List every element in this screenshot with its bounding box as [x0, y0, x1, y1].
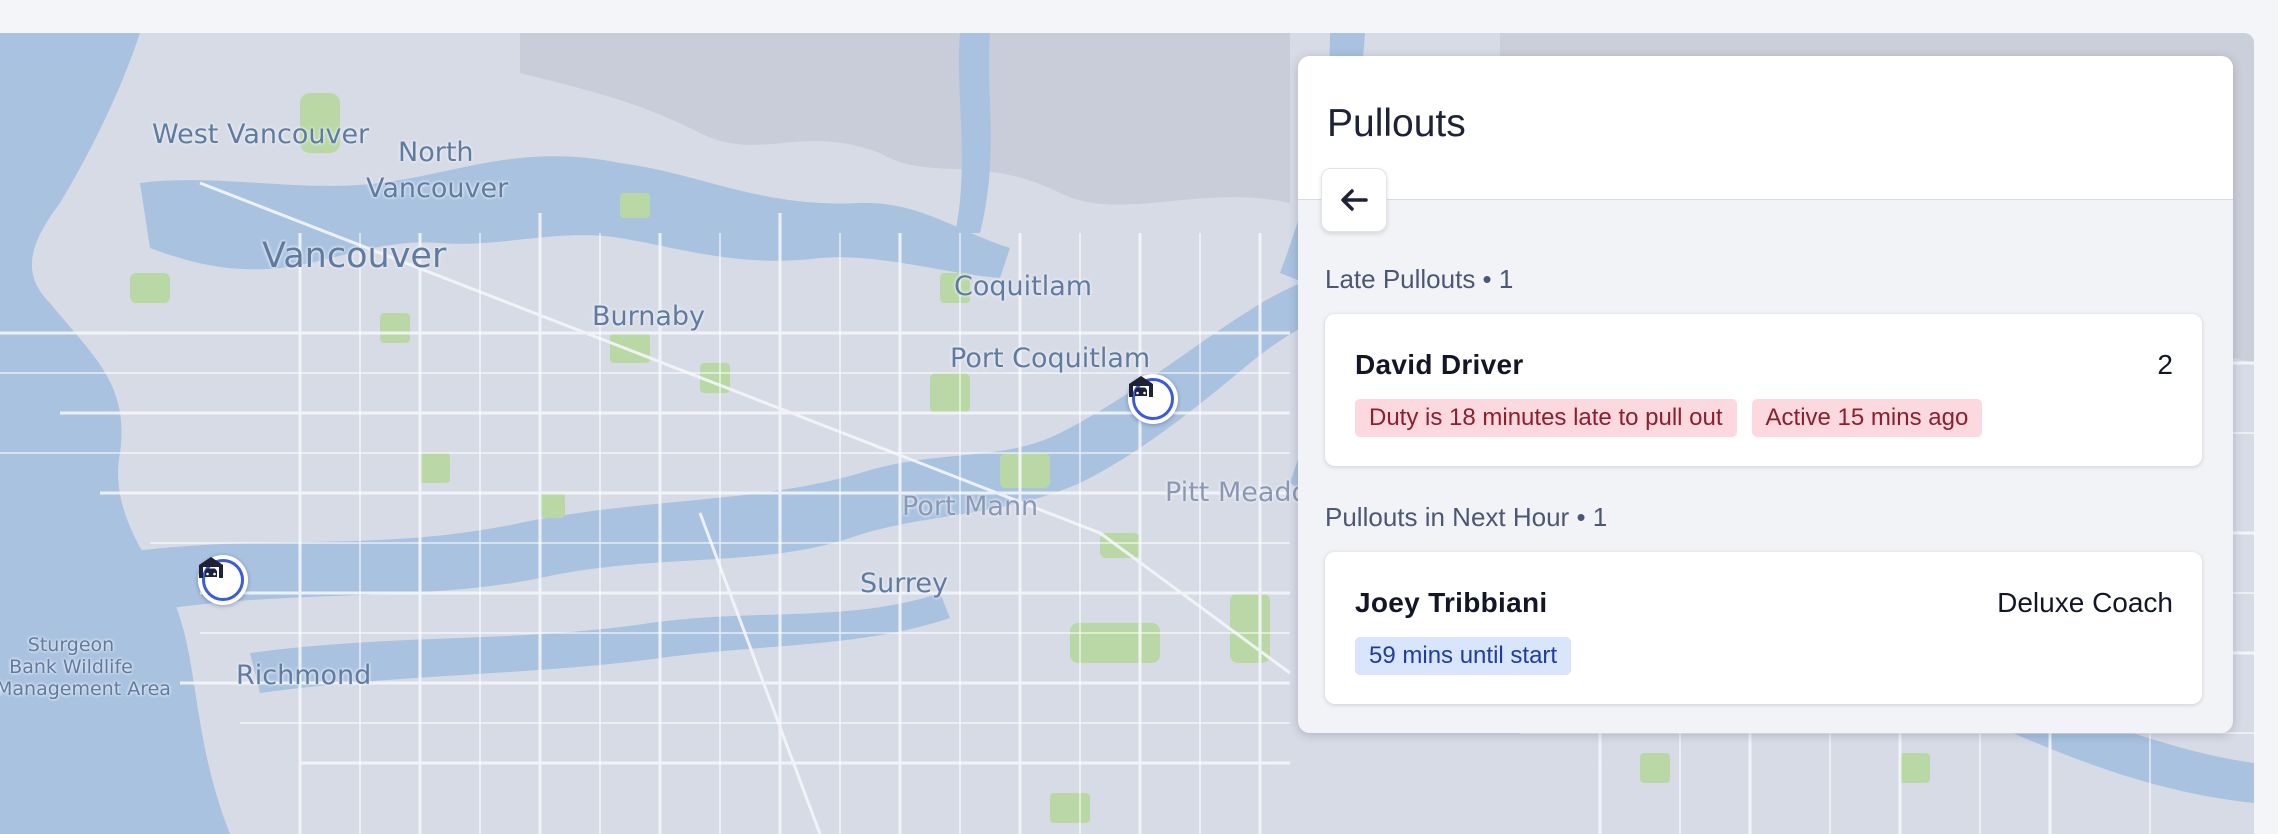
- map-label-port-coquitlam: Port Coquitlam: [950, 343, 1151, 374]
- garage-marker[interactable]: [198, 555, 248, 605]
- badge-group: Duty is 18 minutes late to pull out Acti…: [1355, 399, 1983, 437]
- map-label-sturgeon-line2: Bank Wildlife: [9, 656, 133, 678]
- map-label-richmond: Richmond: [236, 660, 372, 691]
- pullouts-panel: Pullouts Late Pullouts • 1 David Driver …: [1298, 56, 2233, 733]
- status-badge: Active 15 mins ago: [1751, 399, 1983, 437]
- section-title-late-pullouts: Late Pullouts • 1: [1325, 264, 1514, 294]
- map-label-surrey: Surrey: [860, 568, 948, 599]
- badge-group: 59 mins until start: [1355, 637, 1572, 675]
- map-label-burnaby: Burnaby: [592, 301, 706, 332]
- map-label-west-vancouver: West Vancouver: [152, 119, 370, 150]
- map-label-sturgeon-line1: Sturgeon: [27, 634, 115, 656]
- map-label-port-mann: Port Mann: [902, 491, 1039, 522]
- status-badge: Duty is 18 minutes late to pull out: [1355, 399, 1737, 437]
- status-badge: 59 mins until start: [1355, 637, 1572, 675]
- card-right-value: 2: [2157, 349, 2173, 380]
- pullout-card[interactable]: Joey Tribbiani Deluxe Coach 59 mins unti…: [1325, 552, 2202, 704]
- map-label-north-vancouver-line2: Vancouver: [366, 173, 509, 204]
- pullout-card[interactable]: David Driver 2 Duty is 18 minutes late t…: [1325, 314, 2202, 466]
- garage-car-icon: [1129, 376, 1174, 420]
- garage-marker[interactable]: [1128, 374, 1178, 424]
- panel-title: Pullouts: [1327, 102, 1466, 145]
- back-button[interactable]: [1321, 168, 1387, 232]
- arrow-left-icon: [1341, 189, 1368, 211]
- map-label-coquitlam: Coquitlam: [954, 271, 1093, 302]
- vehicle-type: Deluxe Coach: [1997, 587, 2173, 618]
- panel-header: Pullouts: [1298, 56, 2233, 200]
- section-title-next-hour: Pullouts in Next Hour • 1: [1325, 502, 1608, 532]
- driver-name: Joey Tribbiani: [1355, 587, 1548, 618]
- garage-car-icon: [199, 557, 244, 601]
- map-label-vancouver: Vancouver: [262, 236, 447, 276]
- map-label-north-vancouver-line1: North: [398, 137, 474, 168]
- map-label-sturgeon-line3: Management Area: [0, 678, 171, 700]
- driver-name: David Driver: [1355, 349, 1524, 380]
- map-label-sturgeon-bank: Sturgeon Bank Wildlife Management Area: [0, 634, 171, 700]
